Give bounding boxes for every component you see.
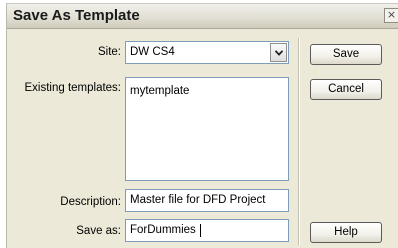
- text-caret: [200, 224, 201, 237]
- save-button[interactable]: Save: [310, 44, 382, 65]
- dialog-title: Save As Template: [13, 7, 140, 24]
- title-bar[interactable]: Save As Template ×: [7, 4, 398, 29]
- description-value: Master file for DFD Project: [130, 194, 266, 206]
- description-label: Description:: [60, 196, 121, 208]
- separator: [298, 38, 299, 245]
- cancel-button[interactable]: Cancel: [310, 79, 382, 100]
- save-as-value: ForDummies: [130, 224, 196, 236]
- site-dropdown[interactable]: DW CS4: [125, 41, 289, 64]
- description-field[interactable]: Master file for DFD Project: [125, 189, 289, 212]
- chevron-down-icon: [275, 50, 283, 56]
- save-as-field[interactable]: ForDummies: [125, 219, 289, 242]
- save-as-template-dialog: Save As Template × Site: DW CS4 Existing…: [6, 3, 398, 248]
- save-as-label: Save as:: [76, 225, 121, 237]
- existing-templates-label: Existing templates:: [24, 82, 121, 94]
- dropdown-button[interactable]: [270, 43, 287, 62]
- site-dropdown-value: DW CS4: [130, 46, 175, 58]
- site-label: Site:: [97, 46, 121, 58]
- existing-templates-list[interactable]: mytemplate: [125, 77, 289, 181]
- list-item[interactable]: mytemplate: [130, 85, 189, 97]
- close-icon[interactable]: ×: [384, 8, 398, 23]
- help-button[interactable]: Help: [310, 222, 382, 243]
